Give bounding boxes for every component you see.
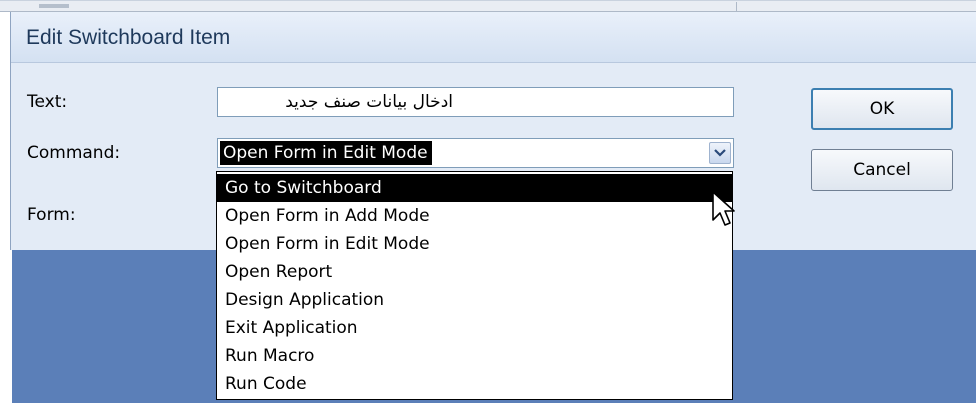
command-label: Command: xyxy=(27,143,121,163)
text-label: Text: xyxy=(27,92,68,112)
window-top-strip xyxy=(0,0,976,12)
dialog-title: Edit Switchboard Item xyxy=(26,26,231,49)
list-item[interactable]: Run Code xyxy=(217,370,732,398)
command-dropdown-list: Go to Switchboard Open Form in Add Mode … xyxy=(216,171,733,400)
text-input[interactable]: ادخال بيانات صنف جديد xyxy=(217,87,734,117)
command-value: Open Form in Edit Mode xyxy=(220,141,432,165)
divider xyxy=(0,0,976,1)
mouse-pointer-icon xyxy=(711,190,737,236)
dialog-titlebar[interactable]: Edit Switchboard Item xyxy=(11,12,976,63)
chevron-down-icon[interactable] xyxy=(709,142,731,164)
list-item[interactable]: Open Form in Edit Mode xyxy=(217,230,732,258)
strip-handle xyxy=(39,4,69,8)
ok-button[interactable]: OK xyxy=(811,88,953,130)
divider xyxy=(736,2,737,11)
list-item[interactable]: Exit Application xyxy=(217,314,732,342)
list-item[interactable]: Open Report xyxy=(217,258,732,286)
cancel-button[interactable]: Cancel xyxy=(811,149,953,191)
form-label: Form: xyxy=(27,205,76,225)
list-item[interactable]: Open Form in Add Mode xyxy=(217,202,732,230)
list-item[interactable]: Run Macro xyxy=(217,342,732,370)
left-margin xyxy=(0,250,12,403)
list-item[interactable]: Go to Switchboard xyxy=(217,174,732,202)
text-input-value: ادخال بيانات صنف جديد xyxy=(285,92,453,112)
list-item[interactable]: Design Application xyxy=(217,286,732,314)
command-combobox[interactable]: Open Form in Edit Mode xyxy=(217,138,734,168)
